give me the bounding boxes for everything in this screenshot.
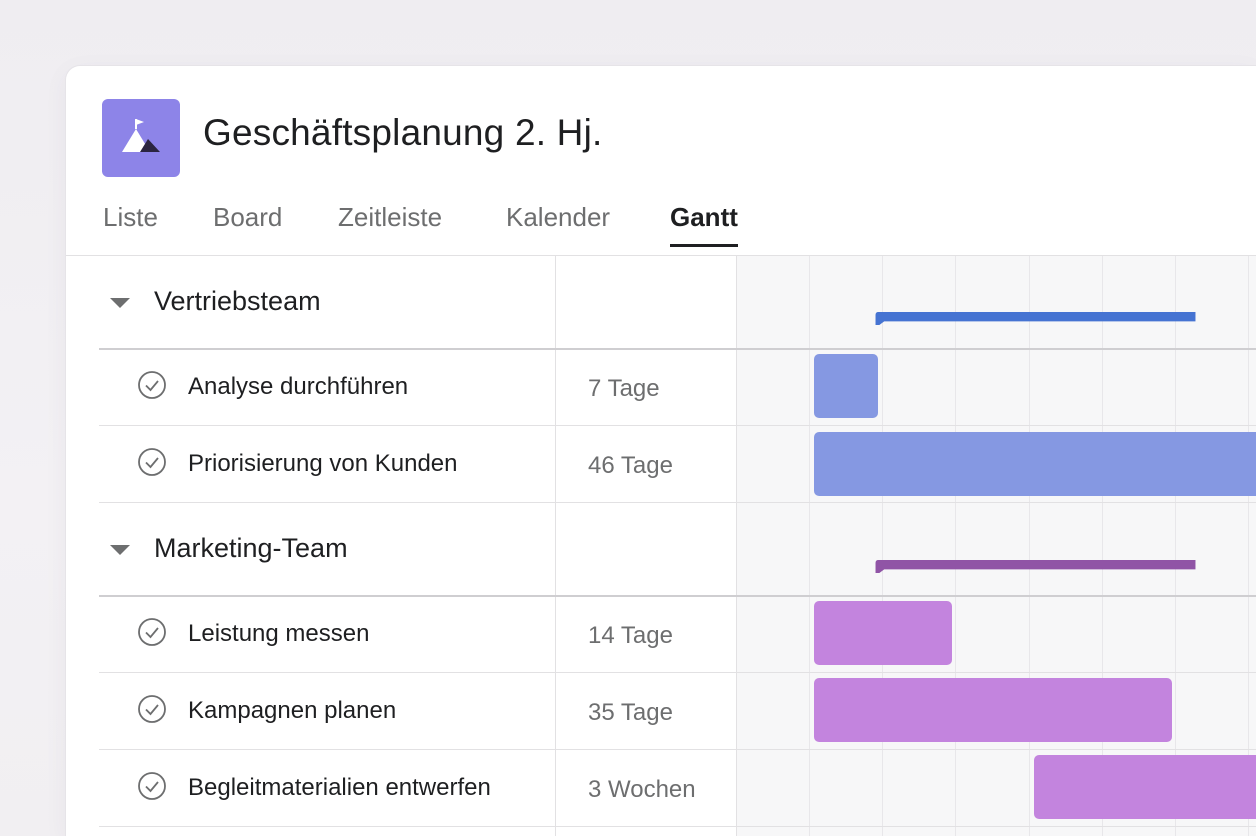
caret-down-icon[interactable]	[110, 298, 130, 308]
task-bar-analyse-durchfuehren[interactable]	[814, 354, 878, 418]
row-divider	[99, 826, 1256, 827]
mountain-flag-icon	[122, 119, 160, 152]
task-duration: 35 Tage	[588, 699, 673, 726]
task-bar-kampagnen-planen[interactable]	[814, 678, 1172, 742]
tab-zeitleiste[interactable]: Zeitleiste	[338, 202, 442, 247]
task-duration: 3 Wochen	[588, 776, 696, 803]
task-list: Vertriebsteam Analyse durchführen 7 Tage…	[66, 256, 1256, 836]
caret-down-icon[interactable]	[110, 545, 130, 555]
row-divider	[99, 425, 1256, 426]
check-circle-icon[interactable]	[138, 448, 166, 476]
page-title: Geschäftsplanung 2. Hj.	[203, 112, 603, 153]
check-circle-icon[interactable]	[138, 618, 166, 646]
task-duration: 7 Tage	[588, 375, 660, 402]
project-card: Geschäftsplanung 2. Hj. Liste Board Zeit…	[66, 66, 1256, 836]
task-name[interactable]: Kampagnen planen	[188, 697, 396, 725]
section-title-marketing-team[interactable]: Marketing-Team	[154, 533, 348, 564]
task-name[interactable]: Begleitmaterialien entwerfen	[188, 774, 491, 802]
summary-bar-marketing-team[interactable]	[814, 560, 1256, 573]
check-circle-icon[interactable]	[138, 371, 166, 399]
check-circle-icon[interactable]	[138, 695, 166, 723]
task-bar-priorisierung-von-kunden[interactable]	[814, 432, 1256, 496]
row-divider	[99, 749, 1256, 750]
row-divider	[99, 502, 1256, 503]
project-icon[interactable]	[102, 99, 180, 177]
task-duration: 46 Tage	[588, 452, 673, 479]
task-name[interactable]: Leistung messen	[188, 620, 369, 648]
section-title-vertriebsteam[interactable]: Vertriebsteam	[154, 286, 321, 317]
task-duration: 14 Tage	[588, 622, 673, 649]
tab-gantt[interactable]: Gantt	[670, 202, 738, 247]
check-circle-icon[interactable]	[138, 772, 166, 800]
task-bar-begleitmaterialien-entwerfen[interactable]	[1034, 755, 1256, 819]
row-divider	[99, 672, 1256, 673]
summary-bar-vertriebsteam[interactable]	[814, 312, 1256, 325]
section-divider	[99, 595, 1256, 597]
tab-board[interactable]: Board	[213, 202, 282, 247]
task-name[interactable]: Analyse durchführen	[188, 373, 408, 401]
tab-liste[interactable]: Liste	[103, 202, 158, 247]
task-name[interactable]: Priorisierung von Kunden	[188, 450, 458, 478]
section-divider	[99, 348, 1256, 350]
task-bar-leistung-messen[interactable]	[814, 601, 952, 665]
tab-kalender[interactable]: Kalender	[506, 202, 610, 247]
